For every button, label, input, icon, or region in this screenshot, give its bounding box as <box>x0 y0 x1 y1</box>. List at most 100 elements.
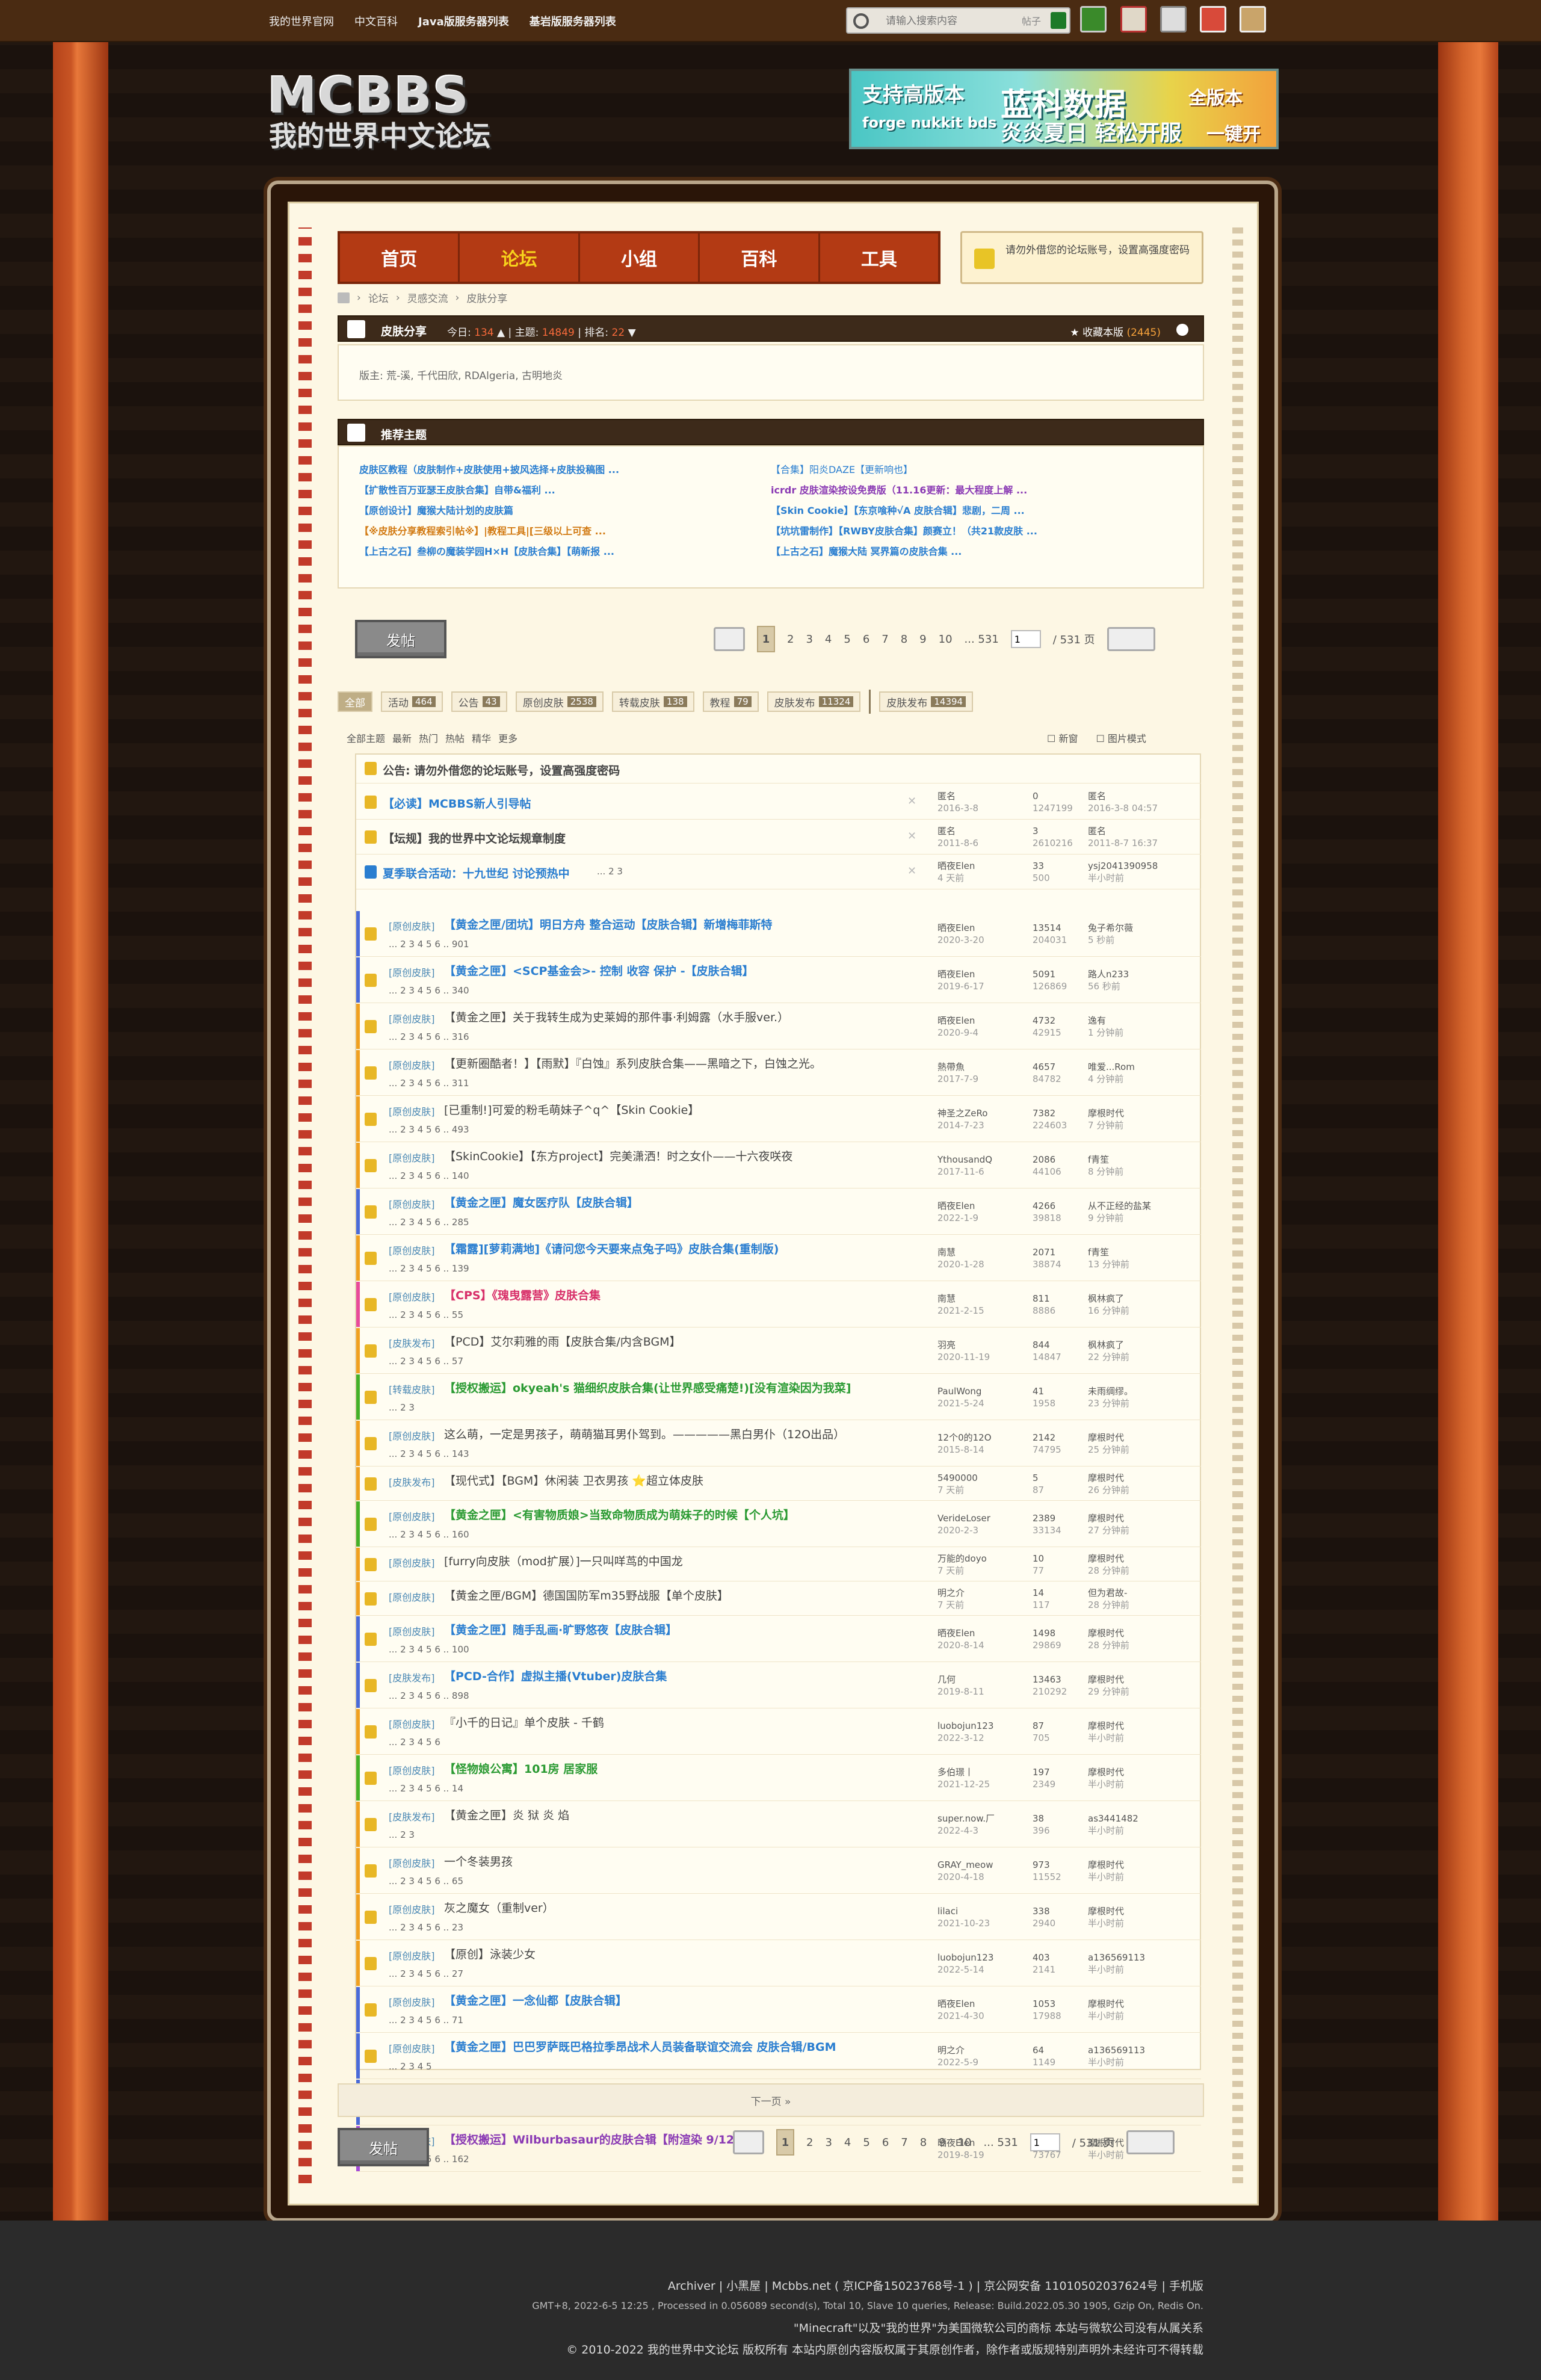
last-post[interactable]: 路人n233 56 秒前 <box>1088 968 1129 992</box>
page-link[interactable]: 3 <box>825 2136 832 2149</box>
thread-title[interactable]: 灰之魔女（重制ver） <box>444 1899 554 1915</box>
last-poster[interactable]: ysj2041390958 <box>1088 861 1158 871</box>
page-link[interactable]: 10 <box>939 633 953 646</box>
thread-category[interactable]: [原创皮肤] <box>389 1589 435 1604</box>
thread-pages[interactable]: ... 2 3 4 5 6 .. 493 <box>389 1124 469 1135</box>
page-link[interactable]: 9 <box>919 633 926 646</box>
thread-pages[interactable]: ... 2 3 4 5 6 .. 140 <box>389 1170 469 1181</box>
thread-author[interactable]: 明之介 7 天前 <box>937 1587 965 1611</box>
author-name[interactable]: 万能的doyo <box>937 1553 987 1564</box>
thread-author[interactable]: 几何 2019-8-11 <box>937 1674 984 1698</box>
thread-row[interactable]: [原创皮肤] 这么萌，一定是男孩子，萌萌猫耳男仆驾到。—————黑白男仆（12O出… <box>356 1421 1201 1467</box>
thread-pages[interactable]: ... 2 3 <box>389 1402 415 1413</box>
last-post[interactable]: 匿名 2011-8-7 16:37 <box>1088 825 1158 849</box>
last-post[interactable]: 兔子希尔薇 5 秒前 <box>1088 922 1133 946</box>
grass-block-icon[interactable] <box>1080 6 1107 32</box>
announcement-text[interactable]: 公告: 请勿外借您的论坛账号，设置高强度密码 <box>383 762 620 778</box>
thread-pages[interactable]: ... 2 3 4 5 6 .. 143 <box>389 1448 469 1459</box>
last-post[interactable]: 摩根时代 25 分钟前 <box>1088 1432 1129 1456</box>
sticky-row[interactable]: 【坛规】我的世界中文论坛规章制度 ✕ 匿名 2011-8-6 3 2610216 匿名 201… <box>356 820 1201 855</box>
thread-pages[interactable]: ... 2 3 4 5 6 .. 901 <box>389 939 469 950</box>
nav-forum[interactable]: 论坛 <box>460 233 580 282</box>
last-poster[interactable]: f青笙 <box>1088 1247 1109 1258</box>
thread-pages[interactable]: ... 2 3 4 5 6 .. 57 <box>389 1356 463 1367</box>
nav-home[interactable]: 首页 <box>340 233 460 282</box>
thread-row[interactable]: [皮肤发布] 【黄金之匣】炎 狱 炎 焰 ... 2 3 super.now.厂 202… <box>356 1802 1201 1847</box>
sticky-title[interactable]: 【必读】MCBBS新人引导帖 <box>383 795 531 811</box>
close-icon[interactable]: ✕ <box>907 865 916 877</box>
last-poster[interactable]: 摩根时代 <box>1088 1906 1124 1917</box>
page-link[interactable]: 4 <box>825 633 832 646</box>
thread-pages[interactable]: ... 2 3 4 5 6 .. 71 <box>389 2015 463 2026</box>
thread-title[interactable]: 【PCD-合作】虚拟主播(Vtuber)皮肤合集 <box>444 1668 667 1684</box>
last-poster[interactable]: f青笙 <box>1088 1154 1109 1165</box>
back-arrow-icon[interactable] <box>733 2130 764 2154</box>
thread-author[interactable]: 匿名 2016-3-8 <box>937 790 978 814</box>
thread-row[interactable]: [原创皮肤] 【SkinCookie】【东方project】完美潇洒！时之女仆——… <box>356 1143 1201 1188</box>
author-name[interactable]: 晒夜Elen <box>937 861 975 871</box>
last-post[interactable]: a136569113 半小时前 <box>1088 2044 1145 2068</box>
last-post[interactable]: 摩根时代 28 分钟前 <box>1088 1553 1129 1577</box>
thread-author[interactable]: 多伯璟丨 2021-12-25 <box>937 1766 990 1790</box>
author-name[interactable]: 羽亮 <box>937 1340 956 1350</box>
thread-category[interactable]: [原创皮肤] <box>389 1763 435 1777</box>
author-name[interactable]: 5490000 <box>937 1473 978 1483</box>
thread-author[interactable]: 12个0的12O 2015-8-14 <box>937 1432 992 1456</box>
thread-row[interactable]: [原创皮肤] [furry向皮肤（mod扩展）]一只叫咩茑的中国龙 万能的doyo 7… <box>356 1548 1201 1581</box>
page-link[interactable]: 8 <box>901 633 907 646</box>
recommend-item[interactable]: 【※皮肤分享教程索引帖※】|教程工具|[三级以上可查 ... <box>359 521 619 542</box>
last-post[interactable]: 摩根时代 27 分钟前 <box>1088 1512 1129 1536</box>
filter-latest[interactable]: 最新 <box>392 731 412 745</box>
thread-author[interactable]: luobojun123 2022-3-12 <box>937 1720 993 1744</box>
thread-row[interactable]: [原创皮肤] 『小千的日记』单个皮肤 - 千鹤 ... 2 3 4 5 6 luobo… <box>356 1709 1201 1755</box>
author-name[interactable]: 南慧 <box>937 1247 956 1258</box>
filter-hot-post[interactable]: 热帖 <box>445 731 465 745</box>
nav-tools[interactable]: 工具 <box>820 233 938 282</box>
last-post[interactable]: 匿名 2016-3-8 04:57 <box>1088 790 1158 814</box>
last-poster[interactable]: 枫林疯了 <box>1088 1293 1124 1304</box>
thread-pages[interactable]: ... 2 3 4 5 6 .. 139 <box>389 1263 469 1274</box>
thread-title[interactable]: 【黄金之匣/BGM】德国国防军m35野战服【单个皮肤】 <box>444 1587 729 1603</box>
type-tab[interactable]: 皮肤发布 14394 <box>879 691 974 712</box>
thread-author[interactable]: 晒夜Elen 2022-1-9 <box>937 1200 978 1224</box>
thread-pages[interactable]: ... 2 3 4 5 <box>389 2061 432 2072</box>
thread-title[interactable]: 【黄金之匣】随手乱画·旷野悠夜【皮肤合辑】 <box>444 1621 677 1637</box>
last-post[interactable]: 唯爱...Rom 4 分钟前 <box>1088 1061 1135 1085</box>
thread-author[interactable]: luobojun123 2022-5-14 <box>937 1952 993 1976</box>
recommend-item[interactable]: 皮肤区教程（皮肤制作+皮肤使用+披风选择+皮肤投稿图 ... <box>359 460 619 480</box>
thread-category[interactable]: [皮肤发布] <box>389 1474 435 1489</box>
thread-title[interactable]: 【现代式】【BGM】休闲装 卫衣男孩 ⭐超立体皮肤 <box>444 1472 703 1488</box>
thread-category[interactable]: [原创皮肤] <box>389 1196 435 1211</box>
thread-pages[interactable]: ... 2 3 4 5 6 .. 340 <box>389 985 469 996</box>
last-post[interactable]: 摩根时代 28 分钟前 <box>1088 1627 1129 1651</box>
last-post[interactable]: 摩根时代半小时前 <box>1088 1766 1124 1790</box>
author-name[interactable]: 明之介 <box>937 2045 965 2056</box>
last-post[interactable]: 枫林疯了 22 分钟前 <box>1088 1339 1129 1363</box>
breadcrumb-forum[interactable]: 论坛 <box>368 290 389 305</box>
last-post[interactable]: 逸有 1 分钟前 <box>1088 1015 1123 1039</box>
page-link[interactable]: 8 <box>920 2136 927 2149</box>
last-poster[interactable]: 但为君故- <box>1088 1587 1127 1598</box>
thread-category[interactable]: [原创皮肤] <box>389 918 435 933</box>
last-poster[interactable]: 唯爱...Rom <box>1088 1062 1135 1072</box>
thread-pages[interactable]: ... 2 3 4 5 6 .. 316 <box>389 1031 469 1042</box>
thread-title[interactable]: 一个冬装男孩 <box>444 1853 513 1869</box>
thread-row[interactable]: [皮肤发布] 【PCD-合作】虚拟主播(Vtuber)皮肤合集 ... 2 3 4 … <box>356 1663 1201 1708</box>
last-poster[interactable]: 摩根时代 <box>1088 1859 1124 1870</box>
thread-author[interactable]: 明之介 2022-5-9 <box>937 2044 978 2068</box>
site-logo[interactable]: MCBBS 我的世界中文论坛 <box>268 67 504 152</box>
ad-banner[interactable]: 支持高版本 forge nukkit bds 蓝科数据 炎炎夏日 轻松开服 全版… <box>849 69 1279 149</box>
author-name[interactable]: 晒夜Elen <box>937 1015 975 1026</box>
author-name[interactable]: 多伯璟丨 <box>937 1767 974 1778</box>
page-link[interactable]: 3 <box>806 633 812 646</box>
breadcrumb-board[interactable]: 皮肤分享 <box>466 290 507 305</box>
author-name[interactable]: VerideLoser <box>937 1513 990 1524</box>
page-link-last[interactable]: ... 531 <box>965 633 999 646</box>
last-poster[interactable]: 摩根时代 <box>1088 1628 1124 1639</box>
last-post[interactable]: 摩根时代半小时前 <box>1088 1859 1124 1883</box>
thread-row[interactable]: [原创皮肤] 【黄金之匣】魔女医疗队【皮肤合辑】 ... 2 3 4 5 6 .. … <box>356 1189 1201 1235</box>
type-tab[interactable]: 转载皮肤 138 <box>611 691 694 712</box>
type-tab-all[interactable]: 全部 <box>338 691 372 712</box>
filter-hot[interactable]: 热门 <box>419 731 438 745</box>
thread-title[interactable]: 【授权搬运】okyeah's 猫细织皮肤合集(让世界感受痛楚!)[没有渲染因为我… <box>444 1379 851 1396</box>
